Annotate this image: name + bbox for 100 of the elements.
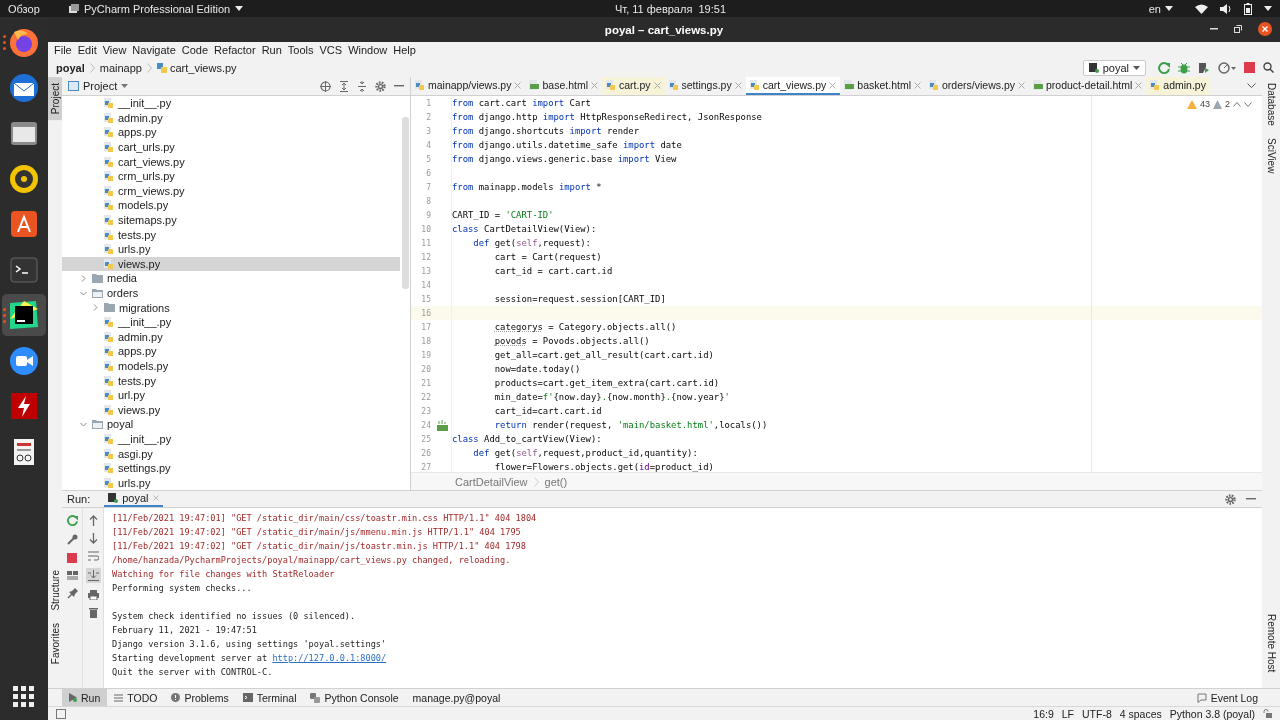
- settings-icon[interactable]: [375, 80, 386, 92]
- tree-item[interactable]: views.py: [62, 402, 400, 418]
- run-configuration-dropdown[interactable]: poyal: [1082, 59, 1146, 76]
- tree-item[interactable]: models.py: [62, 198, 400, 213]
- tree-item[interactable]: __init__.py: [62, 96, 400, 111]
- app-menu[interactable]: PyCharm Professional Edition: [68, 2, 244, 15]
- restore-icon[interactable]: [1234, 25, 1242, 33]
- editor-tab[interactable]: base.html: [525, 77, 602, 95]
- breadcrumb-item[interactable]: poyal: [56, 61, 85, 74]
- menu-item[interactable]: Tools: [284, 44, 317, 56]
- editor-tab[interactable]: product-detail.html: [1029, 77, 1147, 95]
- apps-grid-icon[interactable]: [13, 686, 35, 708]
- breadcrumb-item[interactable]: mainapp: [99, 61, 142, 74]
- coverage-icon[interactable]: [1198, 61, 1210, 74]
- close-icon[interactable]: [1258, 22, 1272, 36]
- status-item[interactable]: Python 3.8 (poyal): [1169, 707, 1255, 720]
- tree-item[interactable]: urls.py: [62, 475, 400, 490]
- trash-icon[interactable]: [88, 607, 98, 618]
- battery-icon[interactable]: [1244, 2, 1252, 15]
- search-icon[interactable]: [1263, 62, 1274, 73]
- weak-warning-count[interactable]: 2: [1225, 99, 1230, 109]
- tree-item[interactable]: cart_urls.py: [62, 139, 400, 155]
- dock-app[interactable]: [2, 294, 46, 336]
- print-icon[interactable]: [87, 590, 99, 600]
- template-icon[interactable]: [437, 419, 448, 431]
- tree-item[interactable]: migrations: [62, 300, 400, 315]
- tab-list-icon[interactable]: [1247, 83, 1256, 89]
- tool-window-tab[interactable]: Remote Host: [1262, 607, 1280, 678]
- menu-item[interactable]: Refactor: [211, 44, 259, 56]
- caret-icon[interactable]: [1264, 6, 1272, 11]
- tree-item[interactable]: admin.py: [62, 110, 400, 126]
- rerun-icon[interactable]: [1158, 61, 1170, 74]
- status-item[interactable]: UTF-8: [1082, 707, 1112, 720]
- breadcrumb-item[interactable]: cart_views.py: [169, 61, 237, 74]
- editor-tab[interactable]: cart_views.py: [745, 77, 841, 95]
- tree-item[interactable]: models.py: [62, 358, 400, 374]
- tree-item[interactable]: settings.py: [62, 460, 400, 476]
- tree-item[interactable]: tests.py: [62, 373, 400, 388]
- editor-tab[interactable]: cart.py: [602, 77, 665, 95]
- settings-icon[interactable]: [1225, 493, 1236, 505]
- menu-item[interactable]: Edit: [74, 44, 100, 56]
- minimize-icon[interactable]: [1246, 498, 1256, 500]
- tree-item[interactable]: crm_urls.py: [62, 168, 400, 184]
- tool-windows-icon[interactable]: [56, 708, 66, 719]
- menu-item[interactable]: Window: [345, 44, 391, 56]
- tool-window-tab[interactable]: Python Console: [303, 689, 406, 706]
- expand-all-icon[interactable]: [339, 80, 349, 92]
- tool-window-tab[interactable]: manage.py@poyal: [405, 689, 508, 706]
- tree-item[interactable]: poyal: [62, 417, 400, 432]
- tree-item[interactable]: sitemaps.py: [62, 212, 400, 228]
- minimize-icon[interactable]: [394, 85, 404, 87]
- scroll-to-end-icon[interactable]: [87, 570, 99, 581]
- event-log-button[interactable]: Event Log: [1196, 691, 1280, 704]
- menu-item[interactable]: Run: [258, 44, 285, 56]
- tree-item[interactable]: admin.py: [62, 329, 400, 345]
- breadcrumb-item[interactable]: CartDetailView: [455, 475, 528, 488]
- tree-item[interactable]: url.py: [62, 387, 400, 403]
- status-item[interactable]: 16:9: [1033, 707, 1054, 720]
- down-arrow-icon[interactable]: [88, 533, 98, 544]
- tool-window-tab[interactable]: Structure: [48, 564, 62, 617]
- warning-count[interactable]: 43: [1199, 99, 1210, 109]
- tree-item[interactable]: apps.py: [62, 125, 400, 140]
- editor-tab[interactable]: orders/views.py: [925, 77, 1029, 95]
- tree-item[interactable]: media: [62, 271, 400, 286]
- tree-item[interactable]: urls.py: [62, 241, 400, 257]
- status-item[interactable]: 4 spaces: [1119, 707, 1162, 720]
- profiler-icon[interactable]: [1218, 61, 1236, 74]
- tool-window-tab[interactable]: TODO: [107, 689, 165, 706]
- menu-item[interactable]: View: [99, 44, 130, 56]
- status-item[interactable]: LF: [1061, 707, 1074, 720]
- editor-tab[interactable]: mainapp/views.py: [411, 77, 526, 95]
- tool-window-tab[interactable]: Run: [62, 689, 108, 706]
- previous-icon[interactable]: [1233, 101, 1241, 107]
- panel-title-dropdown[interactable]: Project: [68, 80, 129, 92]
- breadcrumb-item[interactable]: get(): [544, 475, 568, 488]
- next-icon[interactable]: [1244, 101, 1252, 107]
- tool-window-tab[interactable]: Database: [1262, 77, 1280, 132]
- tool-window-tab[interactable]: Problems: [164, 689, 236, 706]
- editor-tab[interactable]: admin.py: [1146, 77, 1210, 95]
- menu-item[interactable]: Navigate: [129, 44, 179, 56]
- rerun-icon[interactable]: [66, 515, 78, 526]
- tree-item[interactable]: cart_views.py: [62, 154, 400, 169]
- link[interactable]: http://127.0.0.1:8000/: [272, 653, 387, 663]
- menu-item[interactable]: Help: [390, 44, 419, 56]
- tool-window-tab[interactable]: SciView: [1262, 131, 1280, 180]
- menu-item[interactable]: VCS: [316, 44, 346, 56]
- tree-item[interactable]: tests.py: [62, 227, 400, 242]
- scrollbar[interactable]: [402, 117, 409, 289]
- up-arrow-icon[interactable]: [88, 515, 98, 526]
- pin-icon[interactable]: [66, 588, 78, 599]
- tool-window-tab[interactable]: Project: [48, 77, 62, 121]
- tree-item[interactable]: apps.py: [62, 344, 400, 359]
- tree-item[interactable]: __init__.py: [62, 431, 400, 447]
- tool-window-tab[interactable]: Favorites: [48, 616, 62, 670]
- menu-item[interactable]: File: [51, 44, 75, 56]
- activities-button[interactable]: Обзор: [0, 2, 58, 15]
- minimize-icon[interactable]: [1210, 28, 1218, 30]
- soft-wrap-icon[interactable]: [87, 551, 99, 561]
- tree-item[interactable]: views.py: [62, 256, 400, 272]
- wrench-icon[interactable]: [66, 534, 78, 545]
